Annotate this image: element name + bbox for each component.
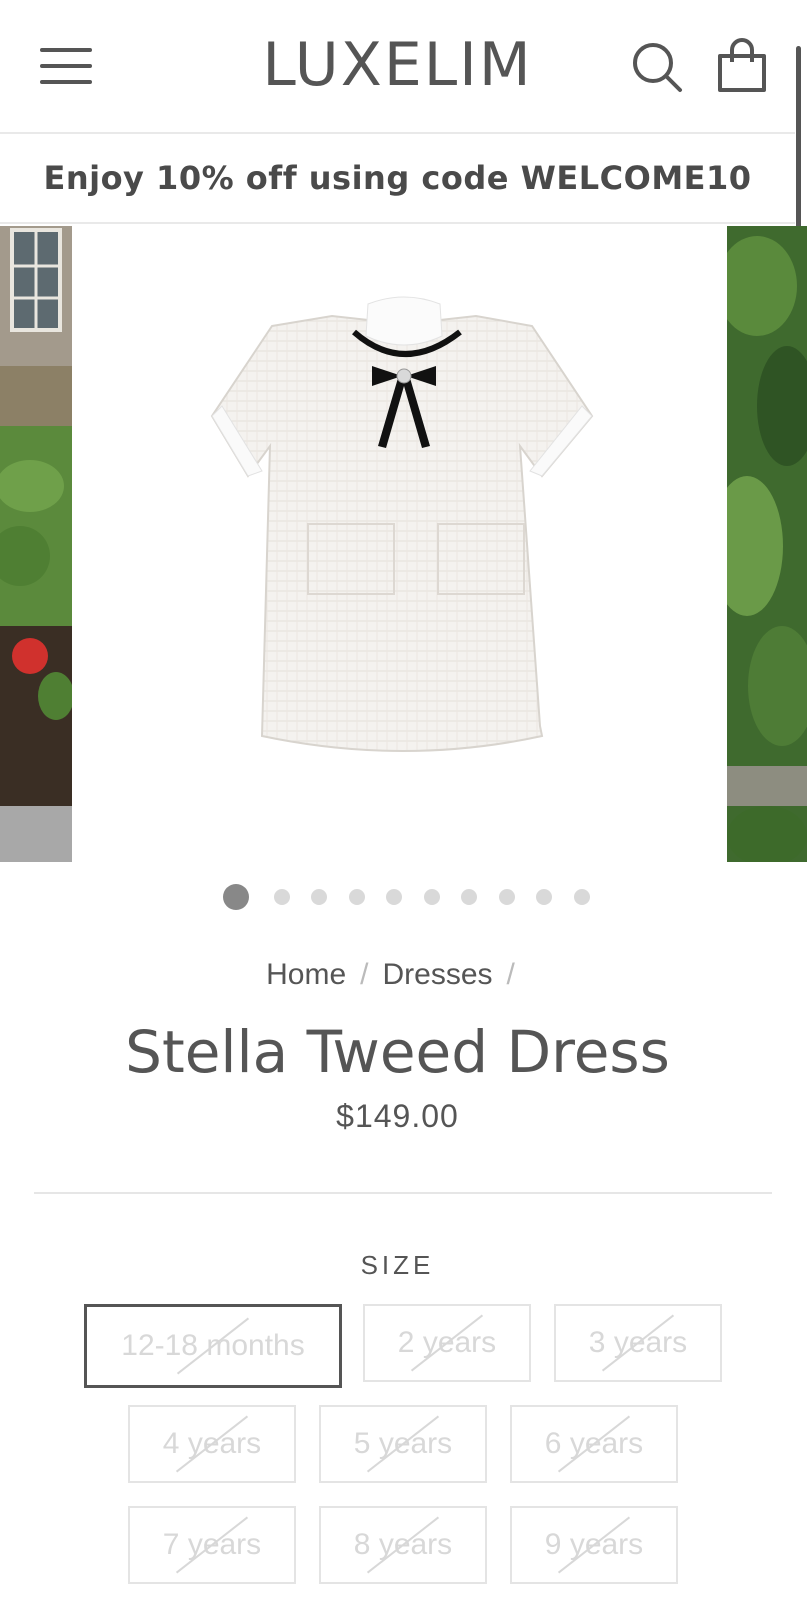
breadcrumb-separator: / xyxy=(360,958,369,991)
gallery-dot[interactable] xyxy=(223,884,249,910)
gallery-dot[interactable] xyxy=(498,889,515,905)
white-tweed-dress-image xyxy=(210,296,594,752)
size-option[interactable]: 12-18 months xyxy=(84,1304,342,1388)
size-option[interactable]: 8 years xyxy=(319,1506,487,1584)
gallery-dot[interactable] xyxy=(311,889,327,905)
promo-banner: Enjoy 10% off using code WELCOME10 xyxy=(0,134,795,224)
cart-button[interactable] xyxy=(716,38,768,94)
breadcrumb-home-link[interactable]: Home xyxy=(266,958,346,991)
gallery-dot[interactable] xyxy=(273,889,290,905)
gallery-dot[interactable] xyxy=(423,889,440,905)
size-option[interactable]: 5 years xyxy=(319,1405,487,1483)
size-option[interactable]: 6 years xyxy=(510,1405,678,1483)
search-icon xyxy=(633,43,682,92)
gallery-dot[interactable] xyxy=(461,889,477,905)
size-option[interactable]: 3 years xyxy=(554,1304,722,1382)
breadcrumb-dresses-link[interactable]: Dresses xyxy=(383,958,493,991)
size-label: SIZE xyxy=(360,1250,435,1280)
garden-photo xyxy=(0,226,72,862)
size-option[interactable]: 2 years xyxy=(363,1304,531,1382)
foliage-photo xyxy=(727,226,807,862)
gallery-pagination-dots xyxy=(0,882,807,912)
search-button[interactable] xyxy=(630,40,686,96)
previous-slide-image[interactable] xyxy=(0,226,72,862)
gallery-dot[interactable] xyxy=(386,889,402,905)
gallery-dot[interactable] xyxy=(348,889,365,905)
next-slide-image[interactable] xyxy=(727,226,807,862)
gallery-dot[interactable] xyxy=(536,889,552,905)
section-divider xyxy=(34,1192,772,1194)
gallery-dot[interactable] xyxy=(573,889,590,905)
size-option[interactable]: 7 years xyxy=(128,1506,296,1584)
size-option[interactable]: 4 years xyxy=(128,1405,296,1483)
product-price: $149.00 xyxy=(336,1098,459,1134)
site-header: LUXELIM xyxy=(0,0,795,134)
breadcrumb: Home / Dresses / xyxy=(0,958,795,992)
shopping-bag-icon xyxy=(718,38,766,92)
product-image-gallery[interactable] xyxy=(0,226,807,862)
product-image-main[interactable] xyxy=(72,226,727,862)
size-option[interactable]: 9 years xyxy=(510,1506,678,1584)
breadcrumb-separator: / xyxy=(506,958,515,991)
product-title: Stella Tweed Dress xyxy=(125,1018,670,1086)
